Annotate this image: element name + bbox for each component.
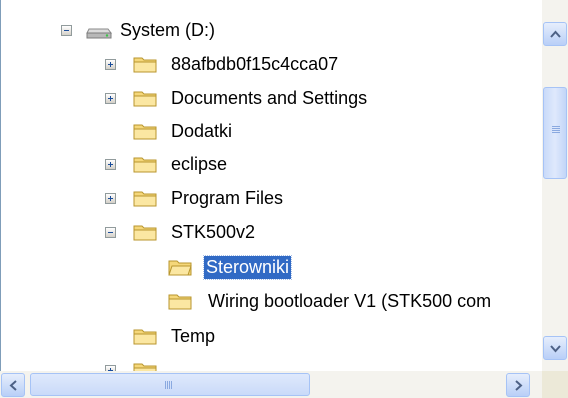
- chevron-down-icon: [550, 345, 561, 353]
- scroll-down-button[interactable]: [543, 336, 567, 360]
- vertical-scrollbar[interactable]: [542, 0, 568, 371]
- expand-toggle[interactable]: [105, 193, 116, 204]
- folder-label[interactable]: Program Files: [169, 187, 285, 210]
- scroll-right-button[interactable]: [506, 373, 530, 397]
- folder-label[interactable]: eclipse: [169, 153, 229, 176]
- chevron-right-icon: [515, 380, 523, 391]
- folder-label-selected[interactable]: Sterowniki: [202, 255, 293, 280]
- collapse-toggle[interactable]: [105, 227, 116, 238]
- chevron-up-icon: [550, 30, 561, 38]
- scroll-up-button[interactable]: [543, 22, 567, 46]
- folder-icon: [133, 191, 157, 207]
- chevron-left-icon: [9, 380, 17, 391]
- expand-toggle[interactable]: [105, 159, 116, 170]
- drive-label[interactable]: System (D:): [118, 19, 217, 42]
- folder-open-icon: [168, 260, 192, 276]
- folder-label[interactable]: Temp: [169, 325, 217, 348]
- hard-drive-icon: [86, 28, 112, 39]
- tree-node-dodatki[interactable]: Dodatki: [1, 117, 541, 147]
- folder-label[interactable]: 88afbdb0f15c4cca07: [169, 53, 340, 76]
- tree-node-wiring-bootloader[interactable]: Wiring bootloader V1 (STK500 com: [1, 287, 543, 317]
- grip-icon: [552, 126, 560, 127]
- folder-icon: [133, 363, 157, 371]
- tree-node-system-drive[interactable]: System (D:): [1, 16, 541, 46]
- tree-node-program-files[interactable]: Program Files: [1, 184, 541, 214]
- expand-toggle[interactable]: [105, 59, 116, 70]
- tree-node-sterowniki[interactable]: Sterowniki: [1, 253, 541, 283]
- folder-icon: [133, 91, 157, 107]
- folder-icon: [133, 329, 157, 345]
- folder-label[interactable]: STK500v2: [169, 221, 257, 244]
- scrollbar-corner: [542, 371, 568, 398]
- tree-node-eclipse[interactable]: eclipse: [1, 150, 541, 180]
- collapse-toggle[interactable]: [61, 25, 72, 36]
- tree-node-documents-and-settings[interactable]: Documents and Settings: [1, 84, 541, 114]
- folder-label[interactable]: Documents and Settings: [169, 87, 369, 110]
- expand-toggle[interactable]: [105, 93, 116, 104]
- folder-icon: [133, 157, 157, 173]
- folder-label[interactable]: Wiring bootloader V1 (STK500 com: [206, 290, 493, 313]
- folder-icon: [168, 294, 192, 310]
- folder-icon: [133, 124, 157, 140]
- tree-node-temp[interactable]: Temp: [1, 322, 541, 352]
- vertical-scroll-thumb[interactable]: [543, 87, 567, 179]
- horizontal-scroll-thumb[interactable]: [30, 373, 310, 396]
- horizontal-scrollbar[interactable]: [0, 371, 542, 398]
- folder-icon: [133, 57, 157, 73]
- tree-node-stk500v2[interactable]: STK500v2: [1, 218, 541, 248]
- folder-label[interactable]: Dodatki: [169, 120, 234, 143]
- scroll-left-button[interactable]: [1, 373, 25, 397]
- folder-open-icon: [133, 225, 157, 241]
- tree-node-88afbdb0f15c4cca07[interactable]: 88afbdb0f15c4cca07: [1, 50, 541, 80]
- grip-icon: [165, 381, 166, 389]
- tree-node-partial[interactable]: [1, 356, 541, 371]
- folder-tree[interactable]: System (D:) 88afbdb0f15c4cca07 Documents…: [0, 0, 543, 371]
